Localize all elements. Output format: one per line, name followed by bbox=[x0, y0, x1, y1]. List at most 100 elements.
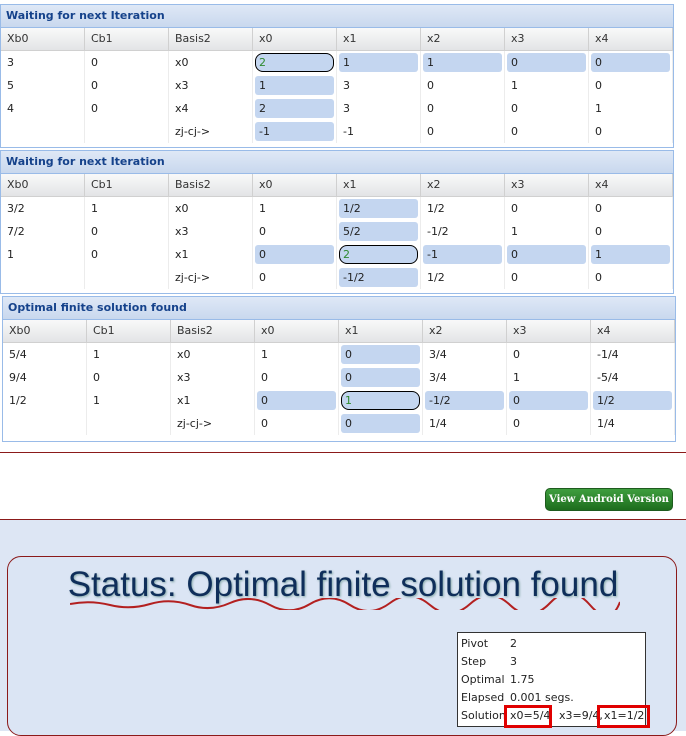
table-cell: x3 bbox=[169, 220, 253, 243]
iteration-panel-2: Waiting for next Iteration Xb0 Cb1 Basis… bbox=[0, 150, 674, 294]
col-header[interactable]: Xb0 bbox=[1, 174, 85, 196]
panel-title: Optimal finite solution found bbox=[3, 297, 675, 320]
table-cell: 0 bbox=[339, 412, 423, 435]
table-cell: 0 bbox=[255, 389, 339, 412]
table-cell: 0 bbox=[505, 266, 589, 289]
info-label: Pivot bbox=[461, 637, 489, 650]
col-header[interactable]: Cb1 bbox=[85, 174, 169, 196]
grid-header: Xb0 Cb1 Basis2 x0 x1 x2 x3 x4 bbox=[1, 174, 673, 197]
table-cell: 0 bbox=[505, 243, 589, 266]
table-row[interactable]: zj-cj-> -1 -1 0 0 0 bbox=[1, 120, 673, 143]
table-cell: 0 bbox=[85, 243, 169, 266]
table-cell: 1 bbox=[337, 51, 421, 74]
table-cell: 1 bbox=[253, 197, 337, 220]
table-cell: 0 bbox=[507, 389, 591, 412]
col-header[interactable]: x0 bbox=[253, 174, 337, 196]
table-cell: 3/2 bbox=[1, 197, 85, 220]
table-cell: 0 bbox=[421, 120, 505, 143]
table-cell: 0 bbox=[85, 74, 169, 97]
col-header[interactable]: x1 bbox=[337, 28, 421, 50]
table-row[interactable]: zj-cj-> 0 -1/2 1/2 0 0 bbox=[1, 266, 673, 289]
col-header[interactable]: x3 bbox=[507, 320, 591, 342]
col-header[interactable]: x3 bbox=[505, 28, 589, 50]
col-header[interactable]: x0 bbox=[253, 28, 337, 50]
table-cell: 0 bbox=[589, 220, 673, 243]
col-header[interactable]: x0 bbox=[255, 320, 339, 342]
col-header[interactable]: Xb0 bbox=[3, 320, 87, 342]
table-cell: 0 bbox=[507, 343, 591, 366]
table-cell: x3 bbox=[171, 366, 255, 389]
table-cell: x1 bbox=[169, 243, 253, 266]
table-cell: 3/4 bbox=[423, 366, 507, 389]
table-row[interactable]: 9/4 0 x3 0 0 3/4 1 -5/4 bbox=[3, 366, 675, 389]
table-row[interactable]: 1 0 x1 0 2 -1 0 1 bbox=[1, 243, 673, 266]
table-cell: 0 bbox=[339, 366, 423, 389]
table-cell: 0 bbox=[253, 243, 337, 266]
table-cell: 0 bbox=[589, 266, 673, 289]
table-row[interactable]: 5/4 1 x0 1 0 3/4 0 -1/4 bbox=[3, 343, 675, 366]
table-cell: 1 bbox=[505, 220, 589, 243]
info-label: Solution bbox=[461, 709, 506, 722]
table-cell: 0 bbox=[253, 266, 337, 289]
table-cell: -1 bbox=[337, 120, 421, 143]
table-cell: 0 bbox=[589, 197, 673, 220]
info-label: Elapsed bbox=[461, 691, 505, 704]
table-row[interactable]: 3/2 1 x0 1 1/2 1/2 0 0 bbox=[1, 197, 673, 220]
table-cell: 5/4 bbox=[3, 343, 87, 366]
table-cell: 1/2 bbox=[337, 197, 421, 220]
table-cell: -1 bbox=[253, 120, 337, 143]
view-android-version-button[interactable]: View Android Version bbox=[545, 488, 673, 511]
highlight-box-x0 bbox=[504, 705, 552, 728]
table-cell: 0 bbox=[589, 120, 673, 143]
col-header[interactable]: x4 bbox=[589, 174, 673, 196]
col-header[interactable]: Xb0 bbox=[1, 28, 85, 50]
table-cell: 0 bbox=[505, 120, 589, 143]
col-header[interactable]: x2 bbox=[421, 28, 505, 50]
panel-title: Waiting for next Iteration bbox=[1, 151, 673, 174]
optimal-panel: Optimal finite solution found Xb0 Cb1 Ba… bbox=[2, 296, 676, 442]
col-header[interactable]: x1 bbox=[339, 320, 423, 342]
col-header[interactable]: Basis2 bbox=[171, 320, 255, 342]
col-header[interactable]: x4 bbox=[591, 320, 675, 342]
table-cell: 1 bbox=[87, 343, 171, 366]
table-cell bbox=[87, 412, 171, 435]
table-cell: 2 bbox=[253, 97, 337, 120]
table-cell: 0 bbox=[85, 220, 169, 243]
table-row[interactable]: 4 0 x4 2 3 0 0 1 bbox=[1, 97, 673, 120]
table-cell: 5 bbox=[1, 74, 85, 97]
table-cell bbox=[85, 266, 169, 289]
table-row[interactable]: 5 0 x3 1 3 0 1 0 bbox=[1, 74, 673, 97]
col-header[interactable]: Cb1 bbox=[85, 28, 169, 50]
table-cell: 1/2 bbox=[591, 389, 675, 412]
col-header[interactable]: Basis2 bbox=[169, 174, 253, 196]
col-header[interactable]: x4 bbox=[589, 28, 673, 50]
info-row-step: Step 3 bbox=[461, 653, 645, 671]
divider bbox=[0, 519, 686, 520]
col-header[interactable]: x3 bbox=[505, 174, 589, 196]
col-header[interactable]: x2 bbox=[421, 174, 505, 196]
table-row[interactable]: 1/2 1 x1 0 1 -1/2 0 1/2 bbox=[3, 389, 675, 412]
table-cell: 1 bbox=[505, 74, 589, 97]
table-cell: 1 bbox=[255, 343, 339, 366]
table-cell: 5/2 bbox=[337, 220, 421, 243]
table-cell: x3 bbox=[169, 74, 253, 97]
col-header[interactable]: Cb1 bbox=[87, 320, 171, 342]
info-label: Step bbox=[461, 655, 487, 668]
info-row-optimal: Optimal 1.75 bbox=[461, 671, 645, 689]
divider bbox=[0, 452, 686, 453]
table-cell: 3 bbox=[337, 74, 421, 97]
table-row[interactable]: zj-cj-> 0 0 1/4 0 1/4 bbox=[3, 412, 675, 435]
table-cell: 1/2 bbox=[421, 266, 505, 289]
col-header[interactable]: x2 bbox=[423, 320, 507, 342]
table-cell: 1/2 bbox=[3, 389, 87, 412]
info-row-pivot: Pivot 2 bbox=[461, 635, 645, 653]
table-cell: 3 bbox=[337, 97, 421, 120]
info-value: 1.75 bbox=[510, 673, 535, 686]
table-row[interactable]: 3 0 x0 2 1 1 0 0 bbox=[1, 51, 673, 74]
col-header[interactable]: Basis2 bbox=[169, 28, 253, 50]
col-header[interactable]: x1 bbox=[337, 174, 421, 196]
table-row[interactable]: 7/2 0 x3 0 5/2 -1/2 1 0 bbox=[1, 220, 673, 243]
table-cell: 0 bbox=[85, 97, 169, 120]
table-cell: 0 bbox=[589, 51, 673, 74]
pivot-cell: 2 bbox=[337, 243, 421, 266]
